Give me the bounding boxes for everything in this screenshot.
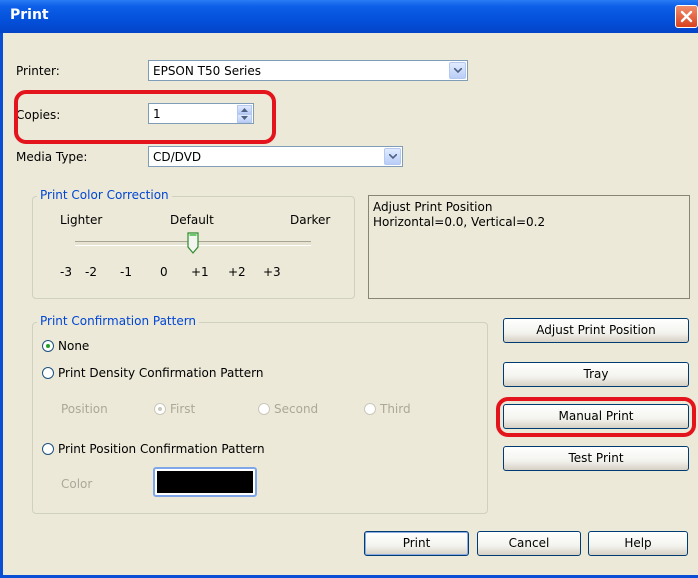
close-button[interactable] [675,5,698,28]
tick-label: +2 [228,265,246,279]
chevron-down-icon[interactable] [449,62,466,79]
adjust-position-info: Adjust Print Position Horizontal=0.0, Ve… [368,195,690,299]
media-type-label: Media Type: [16,150,88,164]
radio-none-label[interactable]: None [58,339,89,353]
color-swatch [157,471,253,493]
title-bar[interactable]: Print [0,0,698,33]
tick-label: +1 [191,265,209,279]
cancel-button[interactable]: Cancel [477,531,581,556]
tray-button[interactable]: Tray [503,362,689,387]
lighter-label: Lighter [60,213,103,227]
radio-third[interactable] [364,403,376,415]
color-swatch-button[interactable] [153,467,257,497]
printer-select[interactable]: EPSON T50 Series [148,60,468,81]
slider-thumb[interactable] [187,232,199,254]
confirmation-pattern-title: Print Confirmation Pattern [37,314,200,328]
radio-density-label[interactable]: Print Density Confirmation Pattern [58,366,263,380]
color-slider[interactable] [75,230,315,256]
tick-label: -3 [60,265,72,279]
print-button[interactable]: Print [364,531,469,556]
radio-second[interactable] [258,403,270,415]
print-dialog: Print Printer: EPSON T50 Series Copies: … [0,0,698,578]
radio-first[interactable] [154,403,166,415]
radio-first-label[interactable]: First [170,402,195,416]
radio-none[interactable] [42,340,54,352]
test-print-button[interactable]: Test Print [503,446,689,471]
radio-selected-dot [158,407,162,411]
default-label: Default [170,213,214,227]
radio-selected-dot [46,344,50,348]
confirmation-pattern-group [32,322,488,514]
printer-value: EPSON T50 Series [153,64,261,78]
darker-label: Darker [290,213,331,227]
media-type-value: CD/DVD [153,150,202,164]
close-icon [680,10,693,23]
media-type-select[interactable]: CD/DVD [148,146,403,167]
radio-third-label[interactable]: Third [380,402,411,416]
color-label: Color [61,477,93,491]
printer-label: Printer: [16,64,60,78]
tick-label: -2 [85,265,97,279]
adjust-print-position-button[interactable]: Adjust Print Position [503,318,689,343]
highlight-copies [14,90,276,144]
adjust-info-title: Adjust Print Position [373,200,493,214]
highlight-manual-print [496,397,696,437]
adjust-info-values: Horizontal=0.0, Vertical=0.2 [373,215,546,229]
tick-label: +3 [263,265,281,279]
color-correction-title: Print Color Correction [37,188,172,202]
chevron-down-icon[interactable] [384,148,401,165]
position-label: Position [61,402,108,416]
tick-label: 0 [160,265,168,279]
window-title: Print [10,7,49,23]
radio-position-pattern[interactable] [42,443,54,455]
tick-label: -1 [120,265,132,279]
radio-density-pattern[interactable] [42,367,54,379]
radio-position-pattern-label[interactable]: Print Position Confirmation Pattern [58,442,265,456]
help-button[interactable]: Help [588,531,688,556]
radio-second-label[interactable]: Second [274,402,318,416]
